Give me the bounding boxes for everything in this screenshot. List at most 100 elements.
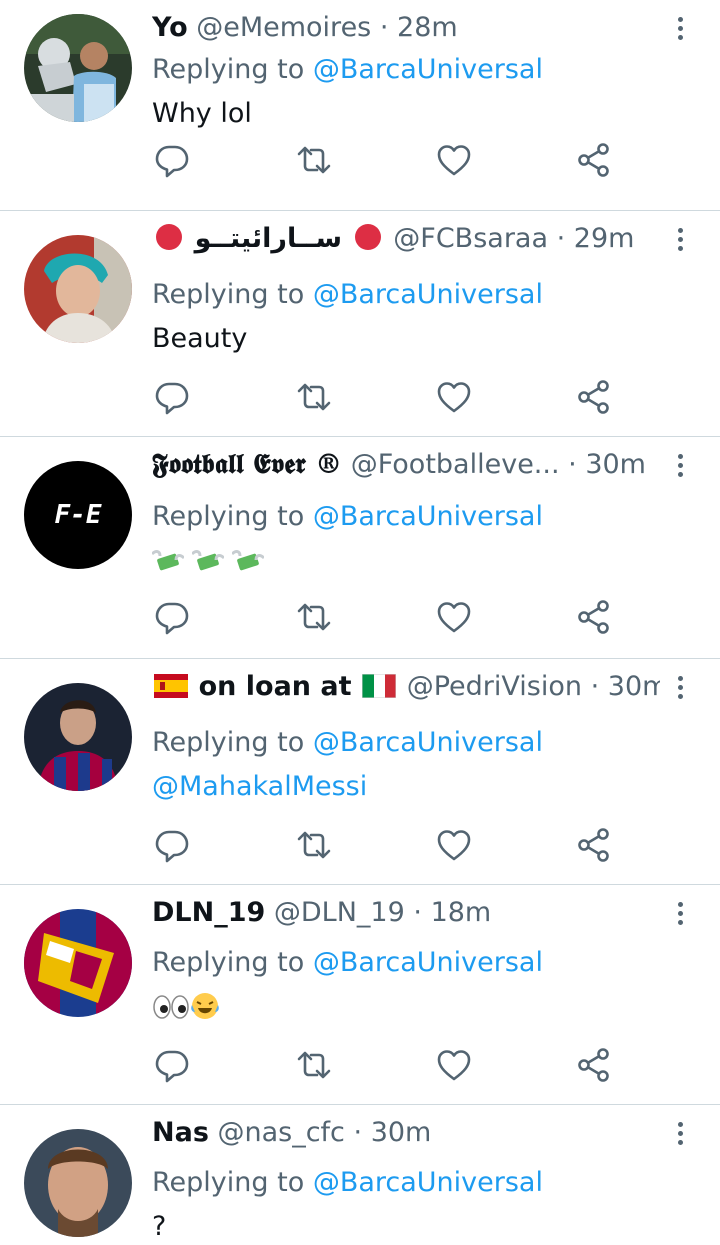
tweet-text: Beauty — [152, 323, 248, 354]
replying-to-label: Replying to — [152, 1167, 313, 1198]
timestamp[interactable]: 29m — [574, 223, 635, 254]
tweet[interactable]: DLN_19 @DLN_19 · 18m Replying to @BarcaU… — [0, 885, 720, 1105]
replying-to-handle[interactable]: @BarcaUniversal — [313, 1167, 543, 1198]
separator: · — [568, 449, 577, 480]
timestamp[interactable]: 30m — [608, 671, 660, 702]
display-name[interactable]: 𝕱𝖔𝖔𝖙𝖇𝖆𝖑𝖑 𝕰𝖛𝖊𝖗 ® — [152, 449, 342, 480]
share-icon[interactable] — [574, 597, 614, 637]
retweet-icon[interactable] — [294, 1045, 334, 1085]
handle[interactable]: @Footballeve... — [351, 449, 560, 480]
replying-to-handle[interactable]: @BarcaUniversal — [313, 727, 543, 758]
display-name[interactable]: DLN_19 — [152, 897, 265, 928]
avatar[interactable] — [24, 14, 132, 122]
heart-icon[interactable] — [434, 1045, 474, 1085]
tweet-text — [152, 543, 272, 579]
reply-icon[interactable] — [152, 377, 192, 417]
replying-to-label: Replying to — [152, 501, 313, 532]
handle[interactable]: @DLN_19 — [274, 897, 405, 928]
avatar[interactable] — [24, 1129, 132, 1237]
red-circle-emoji — [354, 224, 381, 250]
avatar[interactable] — [24, 909, 132, 1017]
timestamp[interactable]: 28m — [397, 12, 458, 43]
tweet-actions — [152, 1045, 622, 1085]
reply-icon[interactable] — [152, 825, 192, 865]
handle[interactable]: @FCBsaraa — [393, 223, 548, 254]
timestamp[interactable]: 30m — [585, 449, 646, 480]
more-vertical-icon[interactable] — [670, 225, 690, 255]
share-icon[interactable] — [574, 825, 614, 865]
tweet[interactable]: F-E 𝕱𝖔𝖔𝖙𝖇𝖆𝖑𝖑 𝕰𝖛𝖊𝖗 ® @Footballeve... · 30… — [0, 437, 720, 659]
eyes-emoji — [153, 995, 189, 1019]
more-vertical-icon[interactable] — [670, 451, 690, 481]
reply-icon[interactable] — [152, 597, 192, 637]
tweet[interactable]: Nas @nas_cfc · 30m Replying to @BarcaUni… — [0, 1105, 720, 1242]
tweet-header: ســارائيتــو @FCBsaraa · 29m — [152, 221, 660, 257]
heart-icon[interactable] — [434, 597, 474, 637]
replying-to: Replying to @BarcaUniversal — [152, 277, 543, 313]
retweet-icon[interactable] — [294, 825, 334, 865]
tweet[interactable]: ســارائيتــو @FCBsaraa · 29m Replying to… — [0, 211, 720, 437]
display-name[interactable]: Nas — [152, 1117, 209, 1148]
replying-to: Replying to @BarcaUniversal — [152, 725, 543, 761]
more-vertical-icon[interactable] — [670, 673, 690, 703]
timestamp[interactable]: 18m — [431, 897, 492, 928]
handle[interactable]: @eMemoires — [196, 12, 371, 43]
retweet-icon[interactable] — [294, 597, 334, 637]
retweet-icon[interactable] — [294, 140, 334, 180]
handle[interactable]: @nas_cfc — [217, 1117, 344, 1148]
display-name[interactable]: ســارائيتــو — [195, 223, 343, 254]
replying-to-handle[interactable]: @BarcaUniversal — [313, 501, 543, 532]
reply-icon[interactable] — [152, 140, 192, 180]
tweet-actions — [152, 597, 622, 637]
replying-to: Replying to @BarcaUniversal — [152, 945, 543, 981]
tweet[interactable]: Yo @eMemoires · 28m Replying to @BarcaUn… — [0, 0, 720, 211]
retweet-icon[interactable] — [294, 377, 334, 417]
replying-to-handle[interactable]: @BarcaUniversal — [313, 279, 543, 310]
display-name[interactable]: Yo — [152, 12, 188, 43]
replying-to-label: Replying to — [152, 727, 313, 758]
display-name[interactable]: on loan at — [199, 671, 352, 702]
money-with-wings-emoji — [192, 550, 224, 571]
avatar[interactable] — [24, 683, 132, 791]
separator: · — [379, 12, 389, 43]
avatar[interactable] — [24, 235, 132, 343]
handle[interactable]: @PedriVision — [407, 671, 582, 702]
heart-icon[interactable] — [434, 377, 474, 417]
mention-link[interactable]: @MahakalMessi — [152, 769, 367, 805]
more-vertical-icon[interactable] — [670, 14, 690, 44]
replying-to-handle[interactable]: @BarcaUniversal — [313, 54, 543, 85]
share-icon[interactable] — [574, 140, 614, 180]
separator: · — [590, 671, 600, 702]
share-icon[interactable] — [574, 1045, 614, 1085]
tweet-text: ? — [152, 1211, 167, 1242]
separator: · — [413, 897, 422, 928]
separator: · — [353, 1117, 363, 1148]
tweet-header: Nas @nas_cfc · 30m — [152, 1115, 660, 1151]
tears-of-joy-emoji — [191, 993, 219, 1019]
italy-flag-icon — [362, 674, 397, 698]
replying-to-label: Replying to — [152, 54, 313, 85]
tweet-text — [152, 989, 220, 1025]
reply-icon[interactable] — [152, 1045, 192, 1085]
tweet-text: Why lol — [152, 98, 252, 129]
timestamp[interactable]: 30m — [371, 1117, 432, 1148]
replying-to-handle[interactable]: @BarcaUniversal — [313, 947, 543, 978]
replying-to-label: Replying to — [152, 947, 313, 978]
separator: · — [556, 223, 566, 254]
avatar[interactable]: F-E — [24, 461, 132, 569]
more-vertical-icon[interactable] — [670, 899, 690, 929]
tweet-actions — [152, 377, 622, 417]
more-vertical-icon[interactable] — [670, 1119, 690, 1149]
tweet[interactable]: on loan at @PedriVision · 30m Replying t… — [0, 659, 720, 885]
heart-icon[interactable] — [434, 825, 474, 865]
spain-flag-icon — [154, 674, 188, 698]
money-with-wings-emoji — [152, 550, 184, 571]
heart-icon[interactable] — [434, 140, 474, 180]
tweet-actions — [152, 825, 622, 865]
replying-to: Replying to @BarcaUniversal — [152, 52, 543, 88]
replying-to: Replying to @BarcaUniversal — [152, 1165, 543, 1201]
money-with-wings-emoji — [232, 550, 264, 571]
red-circle-emoji — [156, 224, 182, 250]
replying-to: Replying to @BarcaUniversal — [152, 499, 543, 535]
share-icon[interactable] — [574, 377, 614, 417]
